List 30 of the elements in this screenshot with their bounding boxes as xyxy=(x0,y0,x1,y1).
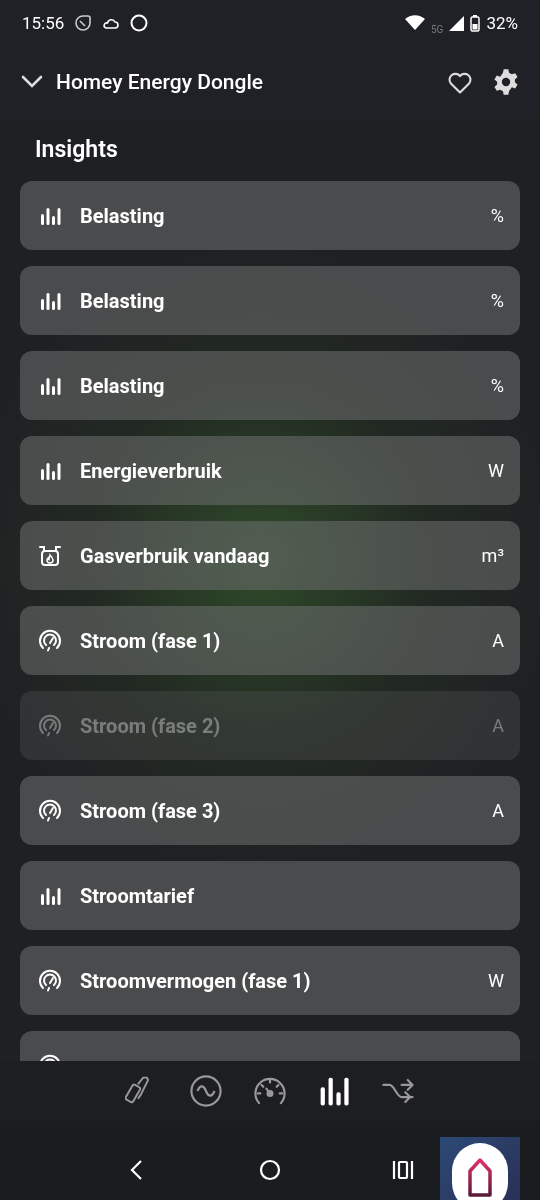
circle-icon xyxy=(130,14,149,32)
collapse-icon[interactable] xyxy=(20,74,44,90)
insight-row[interactable]: Energieverbruik W xyxy=(20,436,520,505)
wifi-icon xyxy=(405,15,425,31)
insight-row[interactable]: Stroomtarief xyxy=(20,861,520,930)
home-icon[interactable] xyxy=(258,1158,282,1182)
gas-meter-icon xyxy=(38,543,62,568)
insight-row[interactable]: Belasting % xyxy=(20,351,520,420)
gauge-icon xyxy=(38,798,62,823)
section-title: Insights xyxy=(34,135,119,165)
insight-row[interactable]: Belasting % xyxy=(20,266,520,335)
status-time: 15:56 xyxy=(22,13,65,33)
signal-icon xyxy=(449,15,465,31)
insight-row[interactable]: Stroom (fase 3) A xyxy=(20,776,520,845)
recents-icon[interactable] xyxy=(391,1158,416,1182)
insight-row[interactable]: Belasting % xyxy=(20,181,520,250)
battery-level: 32% xyxy=(486,13,518,33)
battery-icon xyxy=(470,14,481,32)
settings-icon[interactable] xyxy=(492,68,520,96)
insight-row[interactable]: Gasverbruik vandaag m³ xyxy=(20,521,520,590)
network-type: 5G xyxy=(431,23,444,35)
gauge-icon xyxy=(38,968,62,993)
gauge-icon xyxy=(38,628,62,653)
weather-icon xyxy=(102,16,121,30)
gauge-icon xyxy=(38,713,62,738)
device-title: Homey Energy Dongle xyxy=(56,70,263,94)
insight-row[interactable]: Stroom (fase 1) A xyxy=(20,606,520,675)
wave-icon[interactable] xyxy=(189,1074,223,1108)
app-logo-icon[interactable] xyxy=(440,1137,520,1200)
insight-row[interactable]: Stroomvermogen (fase 1) W xyxy=(20,946,520,1015)
